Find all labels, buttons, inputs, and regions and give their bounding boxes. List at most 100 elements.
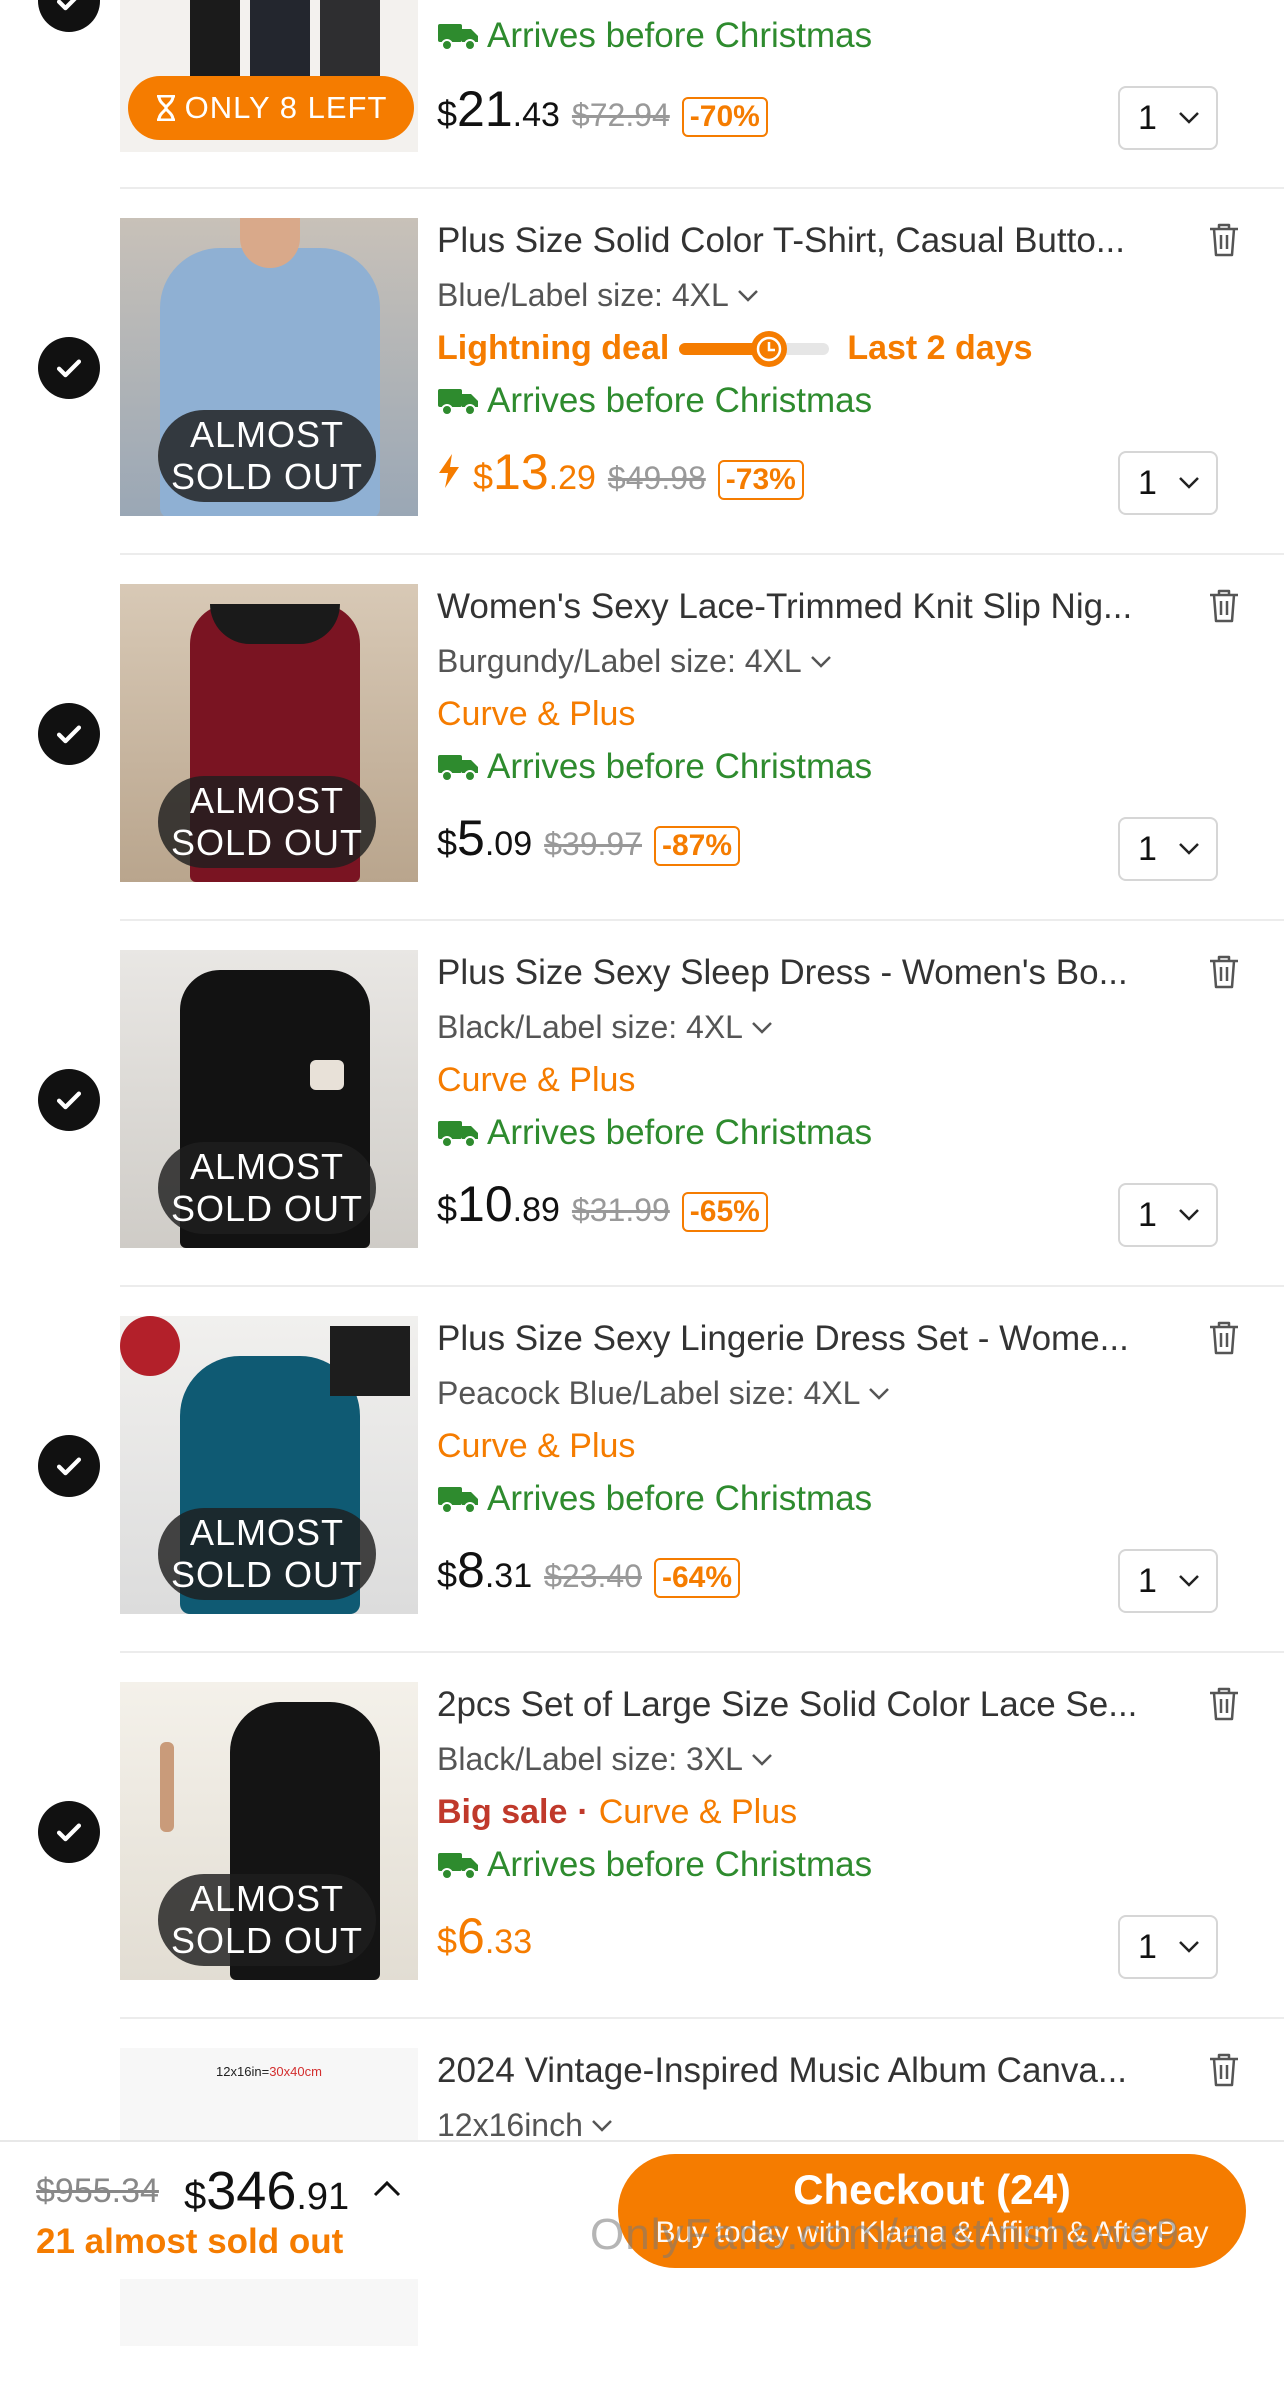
stock-badge-line1: ALMOST bbox=[189, 780, 345, 821]
item-checkbox[interactable] bbox=[38, 1069, 100, 1131]
sale-tags: Big sale · Curve & Plus bbox=[437, 1793, 797, 1832]
curve-plus-tag: Curve & Plus bbox=[437, 695, 636, 733]
product-title[interactable]: 2024 Vintage-Inspired Music Album Canva.… bbox=[437, 2051, 1177, 2091]
variant-selector[interactable]: Black/Label size: 3XL bbox=[437, 1741, 773, 1778]
discount-badge: -73% bbox=[717, 460, 804, 500]
product-thumbnail[interactable]: ALMOST SOLD OUT bbox=[120, 950, 418, 1248]
original-total: $955.34 bbox=[36, 2172, 159, 2210]
stock-badge: ONLY 8 LEFT bbox=[128, 76, 414, 140]
product-title[interactable]: Plus Size Sexy Sleep Dress - Women's Bo.… bbox=[437, 953, 1177, 993]
stock-badge: ALMOST SOLD OUT bbox=[158, 1874, 376, 1966]
product-title[interactable]: Women's Sexy Lace-Trimmed Knit Slip Nig.… bbox=[437, 587, 1177, 627]
current-price: $13.29 bbox=[473, 444, 596, 500]
arrival-text: Arrives before Christmas bbox=[487, 1479, 873, 1518]
trash-icon[interactable] bbox=[1204, 951, 1244, 991]
variant-selector[interactable]: Blue/Label size: 4XL bbox=[437, 277, 759, 314]
trash-icon[interactable] bbox=[1204, 219, 1244, 259]
hourglass-icon bbox=[156, 95, 175, 121]
product-title[interactable]: 2pcs Set of Large Size Solid Color Lace … bbox=[437, 1685, 1177, 1725]
quantity-selector[interactable]: 1 bbox=[1118, 1549, 1218, 1613]
checkout-label: Checkout (24) bbox=[793, 2166, 1071, 2213]
stock-badge-line2: SOLD OUT bbox=[170, 1554, 364, 1595]
product-title[interactable]: Plus Size Solid Color T-Shirt, Casual Bu… bbox=[437, 221, 1177, 261]
arrival-text: Arrives before Christmas bbox=[487, 1113, 873, 1152]
product-thumbnail[interactable]: ALMOST SOLD OUT bbox=[120, 1682, 418, 1980]
quantity-selector[interactable]: 1 bbox=[1118, 86, 1218, 150]
truck-icon bbox=[438, 24, 478, 51]
variant-text: Black/Label size: 4XL bbox=[437, 1009, 743, 1045]
deal-progress-bar bbox=[679, 330, 830, 367]
product-thumbnail[interactable]: ONLY 8 LEFT bbox=[120, 0, 418, 152]
stock-badge: ALMOST SOLD OUT bbox=[158, 776, 376, 868]
current-price: $6.33 bbox=[437, 1908, 533, 1964]
check-icon bbox=[56, 725, 82, 744]
trash-icon[interactable] bbox=[1204, 1683, 1244, 1723]
stock-badge-line1: ALMOST bbox=[189, 414, 345, 455]
quantity-selector[interactable]: 1 bbox=[1118, 451, 1218, 515]
original-price: $49.98 bbox=[607, 460, 706, 496]
trash-icon[interactable] bbox=[1204, 2049, 1244, 2089]
variant-selector[interactable]: Burgundy/Label size: 4XL bbox=[437, 643, 832, 680]
variant-selector[interactable]: 12x16inch bbox=[437, 2107, 613, 2144]
chevron-down-icon bbox=[752, 1021, 772, 1034]
price-row: $13.29 $49.98 -73% bbox=[437, 443, 804, 501]
item-checkbox[interactable] bbox=[38, 1801, 100, 1863]
quantity-value: 1 bbox=[1138, 1561, 1157, 1600]
quantity-selector[interactable]: 1 bbox=[1118, 1915, 1218, 1979]
quantity-value: 1 bbox=[1138, 463, 1157, 502]
quantity-selector[interactable]: 1 bbox=[1118, 1183, 1218, 1247]
product-thumbnail[interactable]: ALMOST SOLD OUT bbox=[120, 218, 418, 516]
almost-sold-out-count: 21 almost sold out bbox=[36, 2222, 344, 2261]
stock-badge: ALMOST SOLD OUT bbox=[158, 410, 376, 502]
current-price: $8.31 bbox=[437, 1542, 533, 1598]
truck-icon bbox=[438, 755, 478, 782]
chevron-up-icon[interactable] bbox=[372, 2178, 402, 2198]
trash-icon[interactable] bbox=[1204, 585, 1244, 625]
item-checkbox[interactable] bbox=[38, 337, 100, 399]
product-title[interactable]: Plus Size Sexy Lingerie Dress Set - Wome… bbox=[437, 1319, 1177, 1359]
current-price: $10.89 bbox=[437, 1176, 560, 1232]
product-thumbnail[interactable]: ALMOST SOLD OUT bbox=[120, 584, 418, 882]
arrival-text: Arrives before Christmas bbox=[487, 747, 873, 786]
variant-text: Peacock Blue/Label size: 4XL bbox=[437, 1375, 861, 1411]
truck-icon bbox=[438, 1853, 478, 1880]
check-icon bbox=[56, 359, 82, 378]
deal-remaining: Last 2 days bbox=[847, 329, 1033, 367]
cart-item-list: ONLY 8 LEFT Arrives before Christmas $21… bbox=[0, 0, 1284, 2385]
current-price: $5.09 bbox=[437, 810, 533, 866]
original-price: $23.40 bbox=[544, 1558, 642, 1594]
arrival-text: Arrives before Christmas bbox=[487, 381, 873, 420]
quantity-value: 1 bbox=[1138, 1927, 1157, 1966]
category-tag: Curve & Plus bbox=[437, 1427, 635, 1466]
watermark: OnlyFans.com/austinshaw69 bbox=[590, 2210, 1180, 2259]
price-row: $6.33 bbox=[437, 1907, 532, 1965]
clock-icon bbox=[751, 330, 788, 367]
variant-selector[interactable]: Peacock Blue/Label size: 4XL bbox=[437, 1375, 890, 1412]
stock-badge-line1: ALMOST bbox=[189, 1512, 345, 1553]
arrival-text: Arrives before Christmas bbox=[487, 1845, 873, 1884]
lightning-icon bbox=[439, 454, 459, 488]
curve-plus-tag: Curve & Plus bbox=[437, 1061, 636, 1099]
variant-selector[interactable]: Black/Label size: 4XL bbox=[437, 1009, 773, 1046]
item-checkbox[interactable] bbox=[38, 1435, 100, 1497]
price-row: $8.31 $23.40 -64% bbox=[437, 1541, 741, 1599]
curve-plus-tag: Curve & Plus bbox=[437, 1427, 636, 1465]
stock-badge-line2: SOLD OUT bbox=[170, 1188, 364, 1229]
quantity-selector[interactable]: 1 bbox=[1118, 817, 1218, 881]
product-thumbnail[interactable]: ALMOST SOLD OUT bbox=[120, 1316, 418, 1614]
chevron-down-icon bbox=[1179, 1209, 1199, 1221]
item-checkbox[interactable] bbox=[38, 0, 100, 32]
item-checkbox[interactable] bbox=[38, 703, 100, 765]
trash-icon[interactable] bbox=[1204, 1317, 1244, 1357]
lightning-deal-label: Lightning deal bbox=[437, 329, 670, 367]
price-row: $21.43 $72.94 -70% bbox=[437, 80, 768, 138]
discount-badge: -64% bbox=[653, 1558, 741, 1598]
variant-text: Blue/Label size: 4XL bbox=[437, 277, 729, 313]
price-row: $5.09 $39.97 -87% bbox=[437, 809, 741, 867]
check-icon bbox=[56, 1457, 82, 1476]
chevron-down-icon bbox=[737, 289, 758, 302]
cart-total[interactable]: $346.91 bbox=[184, 2160, 349, 2222]
original-price: $31.99 bbox=[571, 1192, 670, 1228]
chevron-down-icon bbox=[1179, 112, 1199, 124]
cart-item: ALMOST SOLD OUT Women's Sexy Lace-Trimme… bbox=[0, 555, 1284, 921]
